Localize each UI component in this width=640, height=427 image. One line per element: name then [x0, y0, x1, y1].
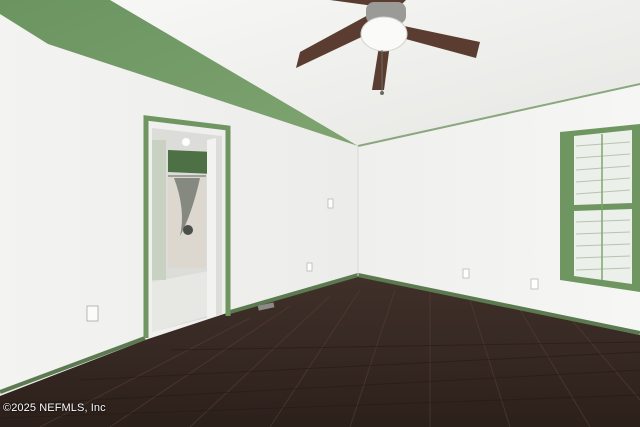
outlet-left [86, 305, 99, 322]
outlet-middle [306, 262, 313, 272]
outlet-right-1 [462, 268, 470, 279]
window [560, 124, 640, 292]
shower-curtain [168, 175, 206, 268]
copyright-watermark: ©2025 NEFMLS, Inc [3, 402, 106, 414]
fan-light-globe [360, 16, 408, 52]
bathroom-doorway [152, 128, 222, 332]
outlet-right-2 [530, 278, 539, 290]
room-illustration [0, 0, 640, 427]
room-photo: ©2025 NEFMLS, Inc [0, 0, 640, 427]
light-switch [327, 198, 334, 209]
